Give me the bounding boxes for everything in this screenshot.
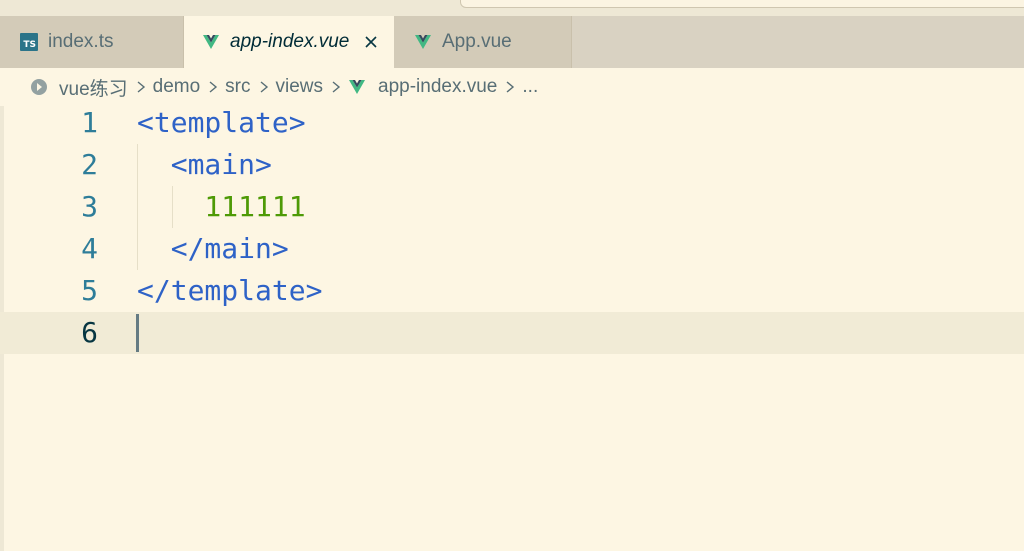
- chevron-right-icon: [137, 81, 145, 93]
- code-text: <main>: [137, 148, 272, 181]
- chevron-right-icon: [332, 81, 341, 93]
- code-line[interactable]: 3 111111: [0, 186, 1024, 228]
- chevron-right-icon: [209, 81, 218, 93]
- breadcrumb-label: app-index.vue: [378, 76, 498, 97]
- tab-label: index.ts: [48, 31, 114, 52]
- tab-label: App.vue: [442, 31, 512, 52]
- line-number: 4: [81, 232, 98, 265]
- close-icon[interactable]: [363, 34, 379, 50]
- tab-index-ts[interactable]: TS index.ts: [0, 16, 184, 68]
- chevron-right-icon: [506, 81, 515, 93]
- breadcrumb-label: vue练习: [59, 78, 128, 100]
- command-center-search[interactable]: [460, 0, 1024, 8]
- code-line[interactable]: 4 </main>: [0, 228, 1024, 270]
- code-text: 111111: [137, 190, 306, 223]
- top-strip: [0, 0, 1024, 16]
- tab-app-index-vue[interactable]: app-index.vue: [184, 16, 394, 68]
- breadcrumb-item-file[interactable]: app-index.vue: [348, 76, 497, 98]
- code-text: <template>: [137, 106, 306, 139]
- breadcrumb-item-src[interactable]: src: [225, 76, 250, 98]
- line-number: 6: [81, 316, 98, 349]
- vue-file-icon: [415, 35, 431, 49]
- line-number: 3: [81, 190, 98, 223]
- breadcrumb-item-demo[interactable]: demo: [153, 76, 201, 98]
- breadcrumb-item-symbol[interactable]: ...: [522, 76, 538, 98]
- line-number: 2: [81, 148, 98, 181]
- line-number: 1: [81, 106, 98, 139]
- editor-tab-bar: TS index.ts app-index.vue App.vue: [0, 16, 1024, 68]
- chevron-right-icon: [260, 81, 268, 93]
- code-line-current[interactable]: 6: [0, 312, 1024, 354]
- tab-label: app-index.vue: [230, 31, 350, 52]
- vue-file-icon: [203, 35, 219, 49]
- code-text: </main>: [137, 232, 289, 265]
- code-line[interactable]: 1 <template>: [0, 102, 1024, 144]
- code-line[interactable]: 2 <main>: [0, 144, 1024, 186]
- tab-app-vue[interactable]: App.vue: [394, 16, 572, 68]
- text-cursor: [136, 314, 139, 352]
- breadcrumb: vue练习 demo src views app-index.vue ...: [0, 68, 1024, 106]
- breadcrumb-item-project[interactable]: vue练习: [29, 74, 128, 101]
- typescript-file-icon: TS: [20, 33, 38, 51]
- breadcrumb-item-views[interactable]: views: [276, 76, 324, 98]
- code-text: </template>: [137, 274, 323, 307]
- code-line[interactable]: 5 </template>: [0, 270, 1024, 312]
- line-number: 5: [81, 274, 98, 307]
- vue-file-icon: [349, 80, 366, 94]
- folder-circle-icon: [31, 79, 47, 95]
